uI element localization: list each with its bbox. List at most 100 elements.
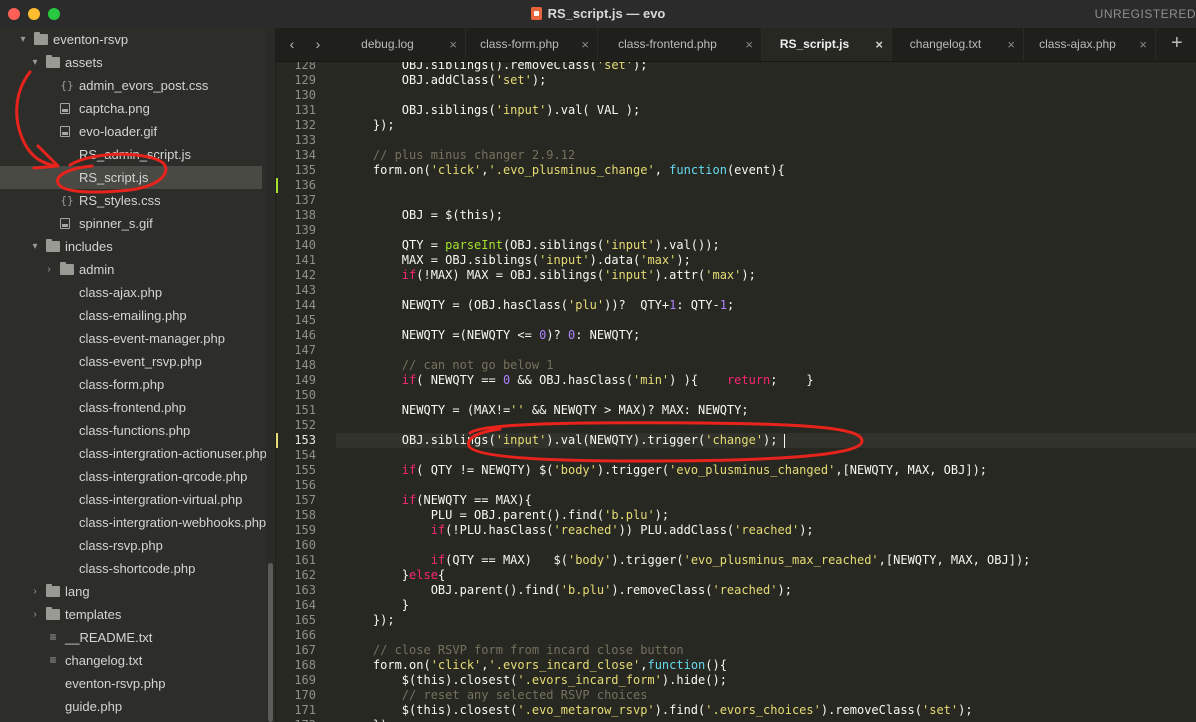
code-line[interactable]: if(!PLU.hasClass('reached')) PLU.addClas… <box>344 523 814 538</box>
tab[interactable]: class-form.php × <box>466 28 598 61</box>
sidebar-item[interactable]: eventon-rsvp.php <box>0 672 262 695</box>
chevron-down-icon[interactable]: ▾ <box>18 28 28 51</box>
code-line[interactable]: form.on('click','.evors_incard_close',fu… <box>344 658 727 673</box>
code-token: // can not go below 1 <box>344 358 554 372</box>
code-token: ); <box>777 583 792 597</box>
forward-icon[interactable]: › <box>310 36 326 52</box>
back-icon[interactable]: ‹ <box>284 36 300 52</box>
code-line[interactable]: if(!MAX) MAX = OBJ.siblings('input').att… <box>344 268 756 283</box>
close-icon[interactable]: × <box>1139 28 1147 61</box>
tab-label: class-ajax.php <box>1039 37 1116 51</box>
sidebar-item[interactable]: ≡ changelog.txt <box>0 649 262 672</box>
code-line[interactable]: OBJ.addClass('set'); <box>344 73 547 88</box>
sidebar-item-label: class-frontend.php <box>79 400 186 415</box>
sidebar-item[interactable]: class-intergration-actionuser.php <box>0 442 266 465</box>
folder-icon <box>46 584 60 597</box>
code-line[interactable]: OBJ.siblings().removeClass('set'); <box>344 62 648 73</box>
code-line[interactable]: OBJ.siblings('input').val( VAL ); <box>344 103 640 118</box>
code-line[interactable]: } <box>344 598 409 613</box>
sidebar-item[interactable]: guide.php <box>0 695 262 718</box>
sidebar-item[interactable]: › admin <box>0 258 262 281</box>
sidebar-item[interactable]: class-intergration-webhooks.php <box>0 511 266 534</box>
sidebar-scrollbar[interactable] <box>266 28 275 722</box>
code-token: 'reached' <box>712 583 778 597</box>
sidebar-item[interactable]: class-form.php <box>0 373 262 396</box>
code-line[interactable]: $(this).closest('.evors_incard_form').hi… <box>344 673 727 688</box>
sidebar-item[interactable]: class-event_rsvp.php <box>0 350 262 373</box>
sidebar-item[interactable]: captcha.png <box>0 97 262 120</box>
code-line[interactable]: // reset any selected RSVP choices <box>344 688 648 703</box>
code-line[interactable]: if(QTY == MAX) $('body').trigger('evo_pl… <box>344 553 1031 568</box>
chevron-right-icon[interactable]: › <box>44 258 54 281</box>
sidebar-item[interactable]: RS_script.js <box>0 166 262 189</box>
close-icon[interactable]: × <box>745 28 753 61</box>
sidebar-item[interactable]: class-intergration-qrcode.php <box>0 465 262 488</box>
code-token: return <box>726 373 771 387</box>
new-tab-icon[interactable]: + <box>1171 32 1183 55</box>
code-line[interactable]: PLU = OBJ.parent().find('b.plu'); <box>344 508 669 523</box>
code-line[interactable]: $(this).closest('.evo_metarow_rsvp').fin… <box>344 703 973 718</box>
close-icon[interactable]: × <box>1007 28 1015 61</box>
sidebar-item[interactable]: ▾ includes <box>0 235 262 258</box>
line-number: 138 <box>294 208 316 222</box>
sidebar-item[interactable]: spinner_s.gif <box>0 212 262 235</box>
sidebar-scrollbar-thumb[interactable] <box>268 563 273 722</box>
code-line[interactable]: if( NEWQTY == 0 && OBJ.hasClass('min') )… <box>344 373 814 388</box>
chevron-right-icon[interactable]: › <box>30 580 40 603</box>
sidebar-item[interactable]: class-emailing.php <box>0 304 262 327</box>
code-line[interactable]: OBJ.parent().find('b.plu').removeClass('… <box>344 583 792 598</box>
code-line[interactable]: NEWQTY = (OBJ.hasClass('plu'))? QTY+ 1: Q… <box>344 298 734 313</box>
code-line[interactable]: form.on('click','.evo_plusminus_change',… <box>344 163 785 178</box>
chevron-down-icon[interactable]: ▾ <box>30 51 40 74</box>
sidebar-item[interactable]: ▾ assets <box>0 51 262 74</box>
code-token: PLU = OBJ.parent().find( <box>344 508 605 522</box>
code-line[interactable]: OBJ.siblings('input').val(NEWQTY).trigge… <box>344 433 778 448</box>
code-line[interactable]: NEWQTY =(NEWQTY <= 0)? 0: NEWQTY; <box>344 328 640 343</box>
sidebar-item[interactable]: {} admin_evors_post.css <box>0 74 262 97</box>
sidebar-item[interactable]: class-event-manager.php <box>0 327 262 350</box>
code-token: (){ <box>705 658 727 672</box>
sidebar-item[interactable]: class-frontend.php <box>0 396 262 419</box>
code-line[interactable]: OBJ = $(this); <box>344 208 503 223</box>
code-line[interactable]: if( QTY != NEWQTY) $('body').trigger('ev… <box>344 463 987 478</box>
sidebar-item[interactable]: class-ajax.php <box>0 281 262 304</box>
sidebar-item[interactable]: ≡ __README.txt <box>0 626 262 649</box>
code-token: parseInt <box>445 238 503 252</box>
code-token: function <box>669 163 727 177</box>
tab[interactable]: class-ajax.php × <box>1024 28 1156 61</box>
code-line[interactable]: }else{ <box>344 568 445 583</box>
sidebar-item[interactable]: › templates <box>0 603 262 626</box>
code-line[interactable]: }); <box>344 613 395 628</box>
code-editor[interactable]: 128 129 130 131 132 133 134 135 136 137 138 139 140 1… <box>276 62 1196 722</box>
code-token: $(this).closest( <box>344 703 518 717</box>
code-line[interactable]: }); <box>344 118 395 133</box>
close-icon[interactable]: × <box>449 28 457 61</box>
sidebar-item[interactable]: {} RS_styles.css <box>0 189 262 212</box>
sidebar-item[interactable]: RS_admin_script.js <box>0 143 262 166</box>
chevron-down-icon[interactable]: ▾ <box>30 235 40 258</box>
code-token: // close RSVP form from incard close but… <box>344 643 684 657</box>
close-icon[interactable]: × <box>581 28 589 61</box>
tab[interactable]: class-frontend.php × <box>598 28 762 61</box>
code-line[interactable]: MAX = OBJ.siblings('input').data('max'); <box>344 253 691 268</box>
sidebar-item[interactable]: class-shortcode.php <box>0 557 262 580</box>
code-line[interactable]: QTY = parseInt(OBJ.siblings('input').val… <box>344 238 720 253</box>
code-line[interactable]: // close RSVP form from incard close but… <box>344 643 684 658</box>
sidebar-item[interactable]: class-rsvp.php <box>0 534 262 557</box>
code-line[interactable]: // can not go below 1 <box>344 358 554 373</box>
chevron-right-icon[interactable]: › <box>30 603 40 626</box>
sidebar-item[interactable]: › lang <box>0 580 262 603</box>
tab[interactable]: debug.log × <box>334 28 466 61</box>
code-line[interactable]: NEWQTY = (MAX!='' && NEWQTY > MAX)? MAX:… <box>344 403 749 418</box>
tab[interactable]: changelog.txt × <box>892 28 1024 61</box>
close-icon[interactable]: × <box>875 28 883 61</box>
code-line[interactable]: }); <box>344 718 395 722</box>
sidebar-item[interactable]: evo-loader.gif <box>0 120 262 143</box>
code-line[interactable]: // plus minus changer 2.9.12 <box>344 148 575 163</box>
sidebar-item[interactable]: class-functions.php <box>0 419 262 442</box>
sidebar-item[interactable]: ▾ eventon-rsvp <box>0 28 262 51</box>
code-line[interactable]: if(NEWQTY == MAX){ <box>344 493 532 508</box>
sidebar-item[interactable]: class-intergration-virtual.php <box>0 488 262 511</box>
code-token: 'body' <box>567 553 612 567</box>
tab[interactable]: RS_script.js × <box>762 28 892 61</box>
